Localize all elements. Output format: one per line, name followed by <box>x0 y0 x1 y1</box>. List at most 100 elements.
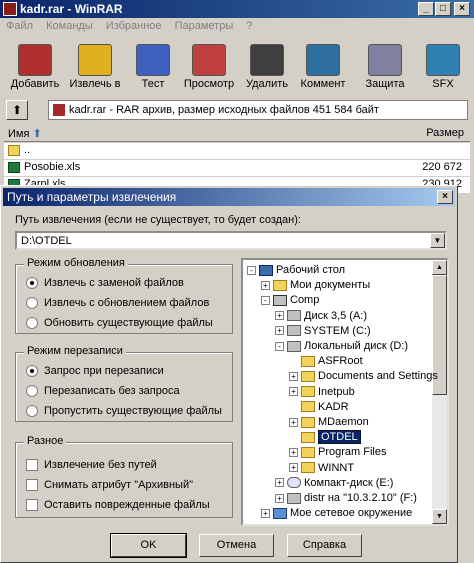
close-button[interactable]: × <box>454 2 470 16</box>
file-list-header: Имя ⬆ Размер <box>4 126 470 142</box>
expand-icon[interactable]: + <box>275 493 284 503</box>
chevron-down-icon[interactable]: ▼ <box>430 233 445 248</box>
collapse-icon[interactable]: - <box>261 295 270 305</box>
tree-node[interactable]: - Comp <box>261 292 319 308</box>
comment-icon <box>306 44 340 76</box>
radio-overwrite-no-prompt[interactable]: Перезаписать без запроса <box>26 383 180 399</box>
radio-icon <box>26 277 38 289</box>
cancel-button[interactable]: Отмена <box>199 534 274 557</box>
folder-icon <box>301 462 315 474</box>
extract-to-button[interactable]: Извлечь в <box>68 42 122 96</box>
scroll-up-icon[interactable]: ▲ <box>432 260 447 275</box>
folder-icon <box>301 386 315 398</box>
tree-scrollbar[interactable]: ▲ ▼ <box>432 260 447 524</box>
column-size[interactable]: Размер <box>426 127 464 139</box>
toolbar: Добавить Извлечь в Тест Просмотр Удалить… <box>0 38 474 96</box>
checkbox-icon <box>26 459 38 471</box>
scroll-down-icon[interactable]: ▼ <box>432 509 447 524</box>
radio-refresh-existing[interactable]: Обновить существующие файлы <box>26 315 213 331</box>
tree-node[interactable]: - Рабочий стол <box>247 262 345 278</box>
expand-icon[interactable]: + <box>261 280 270 290</box>
radio-extract-update[interactable]: Извлечь с обновлением файлов <box>26 295 209 311</box>
tree-node[interactable]: + Program Files <box>289 444 386 460</box>
tree-node[interactable]: + Диск 3,5 (A:) <box>275 308 367 324</box>
tree-node[interactable]: + Мое сетевое окружение <box>261 505 412 521</box>
tree-node[interactable]: + Inetpub <box>289 384 355 400</box>
archive-path-field[interactable]: kadr.rar - RAR архив, размер исходных фа… <box>48 100 468 120</box>
checkbox-clear-archive-attr[interactable]: Снимать атрибут "Архивный" <box>26 477 193 493</box>
protect-button[interactable]: Защита <box>358 42 412 96</box>
tree-node-label: distr на "10.3.2.10" (F:) <box>304 492 417 504</box>
checkbox-label: Извлечение без путей <box>44 459 157 471</box>
tree-node-label: OTDEL <box>318 430 361 445</box>
minimize-button[interactable]: _ <box>418 2 434 16</box>
checkbox-icon <box>26 479 38 491</box>
menu-favorites[interactable]: Избранное <box>106 20 162 32</box>
tree-node-label: Диск 3,5 (A:) <box>304 309 368 322</box>
column-name[interactable]: Имя ⬆ <box>8 127 42 140</box>
expand-icon[interactable]: + <box>289 447 298 457</box>
comment-button[interactable]: Коммент <box>296 42 350 96</box>
collapse-icon[interactable]: - <box>247 265 256 275</box>
tree-node-label: Inetpub <box>318 385 355 398</box>
folder-icon <box>301 401 315 413</box>
tree-node-label: Мое сетевое окружение <box>290 507 413 520</box>
menu-help[interactable]: ? <box>246 20 252 32</box>
cd-icon <box>287 477 301 489</box>
dialog-title: Путь и параметры извлечения <box>7 190 177 204</box>
tree-node[interactable]: + Documents and Settings <box>289 368 438 384</box>
sort-arrow-icon: ⬆ <box>32 128 42 140</box>
dialog-close-button[interactable]: × <box>437 190 453 204</box>
maximize-button[interactable]: □ <box>435 2 451 16</box>
menu-options[interactable]: Параметры <box>175 20 234 32</box>
collapse-icon[interactable]: - <box>275 341 284 351</box>
tree-node[interactable]: + Компакт-диск (E:) <box>275 475 393 491</box>
menu-commands[interactable]: Команды <box>46 20 93 32</box>
tree-node[interactable]: + MDaemon <box>289 414 369 430</box>
tree-node[interactable]: + SYSTEM (C:) <box>275 323 371 339</box>
tree-node[interactable]: - Локальный диск (D:) <box>275 338 408 354</box>
misc-group: Разное Извлечение без путей Снимать атри… <box>15 435 233 518</box>
delete-button[interactable]: Удалить <box>240 42 294 96</box>
file-row[interactable]: Posobie.xls 220 672 <box>4 160 470 176</box>
view-button[interactable]: Просмотр <box>182 42 236 96</box>
radio-label: Перезаписать без запроса <box>44 385 180 397</box>
checkbox-keep-broken[interactable]: Оставить поврежденные файлы <box>26 497 210 513</box>
expand-icon[interactable]: + <box>261 508 270 518</box>
radio-extract-replace[interactable]: Извлечь с заменой файлов <box>26 275 184 291</box>
expand-icon[interactable]: + <box>289 371 298 381</box>
ok-button[interactable]: OK <box>110 533 187 558</box>
radio-skip-existing[interactable]: Пропустить существующие файлы <box>26 403 222 419</box>
radio-ask-overwrite[interactable]: Запрос при перезаписи <box>26 363 164 379</box>
menu-file[interactable]: Файл <box>6 20 33 32</box>
tree-node[interactable]: + WINNT <box>289 460 354 476</box>
tree-node-label: Мои документы <box>290 279 371 292</box>
drive-icon <box>287 325 301 337</box>
expand-icon[interactable]: + <box>275 478 284 488</box>
tree-node[interactable]: ASFRoot <box>289 353 363 369</box>
expand-icon[interactable]: + <box>289 417 298 427</box>
file-row[interactable]: .. <box>4 143 470 159</box>
file-name: Posobie.xls <box>24 161 81 173</box>
desktop-icon <box>259 264 273 276</box>
up-folder-button[interactable]: ⬆ <box>6 100 28 120</box>
sfx-button[interactable]: SFX <box>416 42 470 96</box>
expand-icon[interactable]: + <box>289 463 298 473</box>
checkbox-no-paths[interactable]: Извлечение без путей <box>26 457 157 473</box>
expand-icon[interactable]: + <box>275 311 284 321</box>
test-button[interactable]: Тест <box>126 42 180 96</box>
path-label: Путь извлечения (если не существует, то … <box>15 214 301 226</box>
folder-tree[interactable]: ▲ ▼ - Рабочий стол + Мои документы - Comp + Дис… <box>241 258 449 526</box>
add-books-icon <box>18 44 52 76</box>
expand-icon[interactable]: + <box>289 387 298 397</box>
extract-path-combo[interactable]: D:\OTDEL ▼ <box>15 231 447 250</box>
tree-node[interactable]: OTDEL <box>289 429 361 445</box>
add-button[interactable]: Добавить <box>8 42 62 96</box>
tree-node[interactable]: + distr на "10.3.2.10" (F:) <box>275 490 417 506</box>
expand-icon[interactable]: + <box>275 326 284 336</box>
tree-node[interactable]: KADR <box>289 399 349 415</box>
tree-node-label: MDaemon <box>318 416 369 428</box>
tree-node[interactable]: + Мои документы <box>261 277 370 293</box>
help-button[interactable]: Справка <box>287 534 362 557</box>
arrow-up-icon: ⬆ <box>11 103 23 117</box>
